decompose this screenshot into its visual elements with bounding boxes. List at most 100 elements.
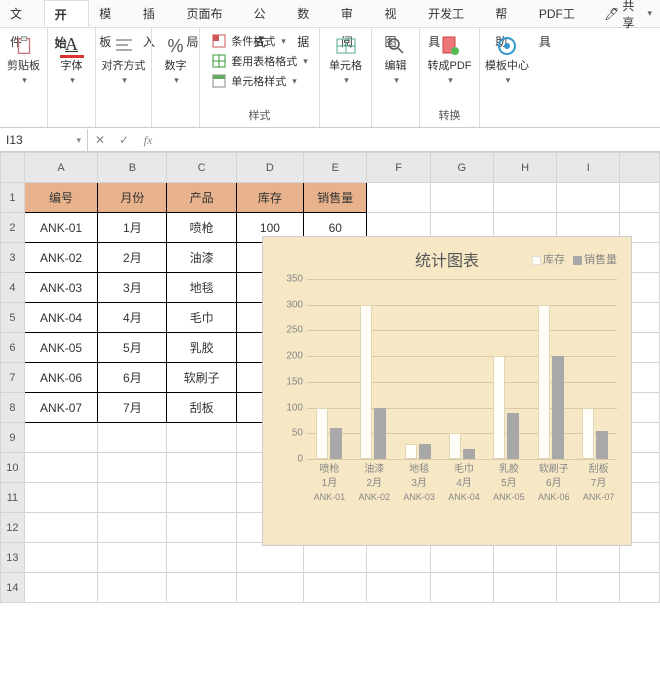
name-box[interactable]: I13 ▾ [0,129,88,151]
spreadsheet-grid[interactable]: ABCDEFGHI1编号月份产品库存销售量2ANK-011月喷枪100603AN… [0,152,660,678]
data-cell[interactable]: ANK-03 [24,273,97,303]
confirm-icon[interactable]: ✓ [112,129,136,151]
cancel-icon[interactable]: ✕ [88,129,112,151]
cond-format-icon [211,33,227,49]
row-header[interactable]: 12 [1,513,25,543]
tab-10[interactable]: 帮助 [485,0,529,27]
pdf-icon [438,34,462,58]
cell-style-icon [211,73,227,89]
data-cell[interactable]: 乳胶 [167,333,236,363]
chart-x-axis: 喷枪1月ANK-01油漆2月ANK-02地毯3月ANK-03毛巾4月ANK-04… [307,459,621,505]
data-cell[interactable]: 喷枪 [167,213,236,243]
tab-7[interactable]: 审阅 [331,0,375,27]
bar [419,444,431,459]
align-button[interactable]: 对齐方式 ▾ [98,32,150,88]
col-header[interactable]: F [367,153,430,183]
row-header[interactable]: 8 [1,393,25,423]
col-header[interactable]: E [304,153,367,183]
tab-11[interactable]: PDF工具 [529,0,596,27]
template-icon [495,34,519,58]
search-icon [384,34,408,58]
col-header[interactable]: I [557,153,620,183]
table-header-cell[interactable]: 销售量 [304,183,367,213]
col-header[interactable] [620,153,660,183]
row-header[interactable]: 3 [1,243,25,273]
tab-6[interactable]: 数据 [287,0,331,27]
data-cell[interactable]: 4月 [98,303,167,333]
menu-tabs: 文件开始模板插入页面布局公式数据审阅视图开发工具帮助PDF工具🖊共享 ▾ [0,0,660,28]
ribbon: 剪贴板 ▾ A 字体 ▾ 对齐方式 ▾ % 数字 ▾ 条件格式▾ [0,28,660,128]
data-cell[interactable]: 3月 [98,273,167,303]
row-header[interactable]: 5 [1,303,25,333]
chevron-down-icon: ▾ [506,75,511,86]
chevron-down-icon: ▾ [394,75,399,86]
tab-2[interactable]: 模板 [89,0,133,27]
row-header[interactable]: 6 [1,333,25,363]
row-header[interactable]: 9 [1,423,25,453]
chevron-down-icon: ▾ [122,75,127,86]
col-header[interactable]: H [493,153,556,183]
col-header[interactable]: G [430,153,493,183]
row-header[interactable]: 14 [1,573,25,603]
col-header[interactable]: D [236,153,303,183]
table-format-button[interactable]: 套用表格格式▾ [209,52,310,70]
chart-plot-area: 050100150200250300350 [307,279,617,459]
share-button[interactable]: 🖊共享 ▾ [596,0,660,27]
data-cell[interactable]: 毛巾 [167,303,236,333]
fx-icon[interactable]: fx [136,129,160,151]
data-cell[interactable]: ANK-05 [24,333,97,363]
row-header[interactable]: 2 [1,213,25,243]
tab-9[interactable]: 开发工具 [418,0,485,27]
tab-4[interactable]: 页面布局 [176,0,243,27]
number-button[interactable]: % 数字 ▾ [160,32,192,88]
percent-icon: % [164,34,188,58]
table-header-cell[interactable]: 编号 [24,183,97,213]
tab-8[interactable]: 视图 [374,0,418,27]
data-cell[interactable]: ANK-06 [24,363,97,393]
data-cell[interactable]: 刮板 [167,393,236,423]
embedded-chart[interactable]: 统计图表 库存 销售量 050100150200250300350 喷枪1月AN… [262,236,632,546]
table-header-cell[interactable]: 库存 [236,183,303,213]
bar [360,305,372,459]
row-header[interactable]: 4 [1,273,25,303]
cells-button[interactable]: 单元格 ▾ [325,32,366,88]
tab-1[interactable]: 开始 [44,0,90,27]
convert-pdf-button[interactable]: 转成PDF ▾ [424,32,476,88]
data-cell[interactable]: 油漆 [167,243,236,273]
row-header[interactable]: 13 [1,543,25,573]
data-cell[interactable]: ANK-01 [24,213,97,243]
data-cell[interactable]: 7月 [98,393,167,423]
font-button[interactable]: A 字体 ▾ [56,32,88,88]
col-header[interactable]: C [167,153,236,183]
data-cell[interactable]: 软刷子 [167,363,236,393]
template-center-button[interactable]: 模板中心 ▾ [481,32,533,88]
row-header[interactable]: 11 [1,483,25,513]
data-cell[interactable]: 地毯 [167,273,236,303]
bar [493,356,505,459]
tab-0[interactable]: 文件 [0,0,44,27]
col-header[interactable]: A [24,153,97,183]
formula-bar: I13 ▾ ✕ ✓ fx [0,128,660,152]
select-all-corner[interactable] [1,153,25,183]
chart-title: 统计图表 [415,247,479,271]
row-header[interactable]: 1 [1,183,25,213]
row-header[interactable]: 7 [1,363,25,393]
data-cell[interactable]: 6月 [98,363,167,393]
cond-format-button[interactable]: 条件格式▾ [209,32,310,50]
row-header[interactable]: 10 [1,453,25,483]
data-cell[interactable]: ANK-02 [24,243,97,273]
data-cell[interactable]: 1月 [98,213,167,243]
editing-button[interactable]: 编辑 ▾ [380,32,412,88]
clipboard-button[interactable]: 剪贴板 ▾ [3,32,44,88]
tab-5[interactable]: 公式 [244,0,288,27]
table-header-cell[interactable]: 产品 [167,183,236,213]
table-header-cell[interactable]: 月份 [98,183,167,213]
data-cell[interactable]: 5月 [98,333,167,363]
col-header[interactable]: B [98,153,167,183]
tab-3[interactable]: 插入 [133,0,177,27]
data-cell[interactable]: 2月 [98,243,167,273]
chart-legend: 库存 销售量 [532,251,617,267]
cell-style-button[interactable]: 单元格样式▾ [209,72,310,90]
data-cell[interactable]: ANK-07 [24,393,97,423]
data-cell[interactable]: ANK-04 [24,303,97,333]
